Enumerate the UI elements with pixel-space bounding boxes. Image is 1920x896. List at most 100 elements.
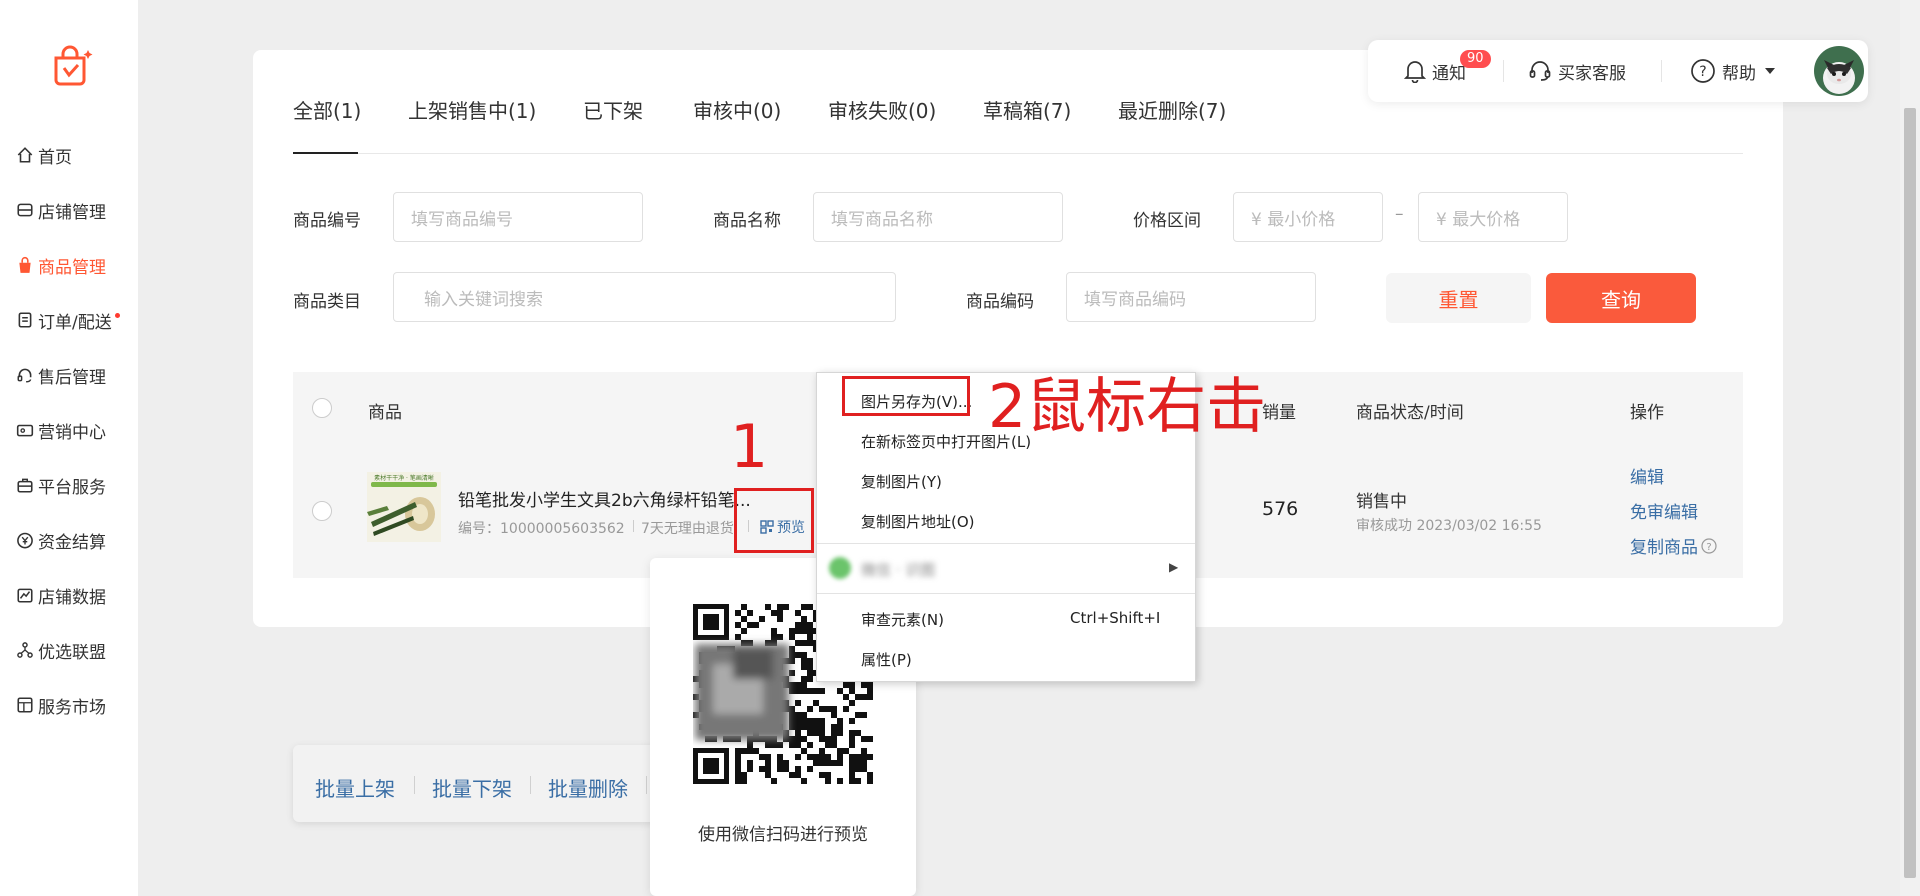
menu-copy-image[interactable]: 复制图片(Y) xyxy=(861,471,942,492)
order-icon xyxy=(18,312,32,328)
sidebar-item-briefcase[interactable]: 平台服务 xyxy=(16,470,106,500)
page-scrollbar[interactable] xyxy=(1900,0,1920,896)
menu-divider xyxy=(817,593,1195,594)
store-icon xyxy=(17,203,33,217)
sidebar-item-coupon[interactable]: 营销中心 xyxy=(16,415,106,445)
briefcase-icon xyxy=(17,478,33,493)
product-code-input[interactable]: 填写商品编码 xyxy=(1066,272,1316,322)
sidebar-item-market[interactable]: 服务市场 xyxy=(16,690,106,720)
category-search-input[interactable]: 输入关键词搜索 xyxy=(393,272,896,322)
sidebar-item-chart[interactable]: 店铺数据 xyxy=(16,580,106,610)
network-icon xyxy=(17,642,33,658)
free-review-edit-link[interactable]: 免审编辑 xyxy=(1630,498,1698,523)
sidebar-item-store[interactable]: 店铺管理 xyxy=(16,195,106,225)
return-policy: 7天无理由退货 xyxy=(641,521,734,537)
bag-icon xyxy=(19,256,31,273)
bulk-divider xyxy=(646,776,647,794)
submenu-arrow-icon: ▶ xyxy=(1169,560,1179,574)
sidebar-item-label: 售后管理 xyxy=(38,367,106,388)
tab-review-failed[interactable]: 审核失败(0) xyxy=(828,95,936,124)
help-icon: ? xyxy=(1691,59,1715,83)
sidebar-item-headset[interactable]: 售后管理 xyxy=(16,360,106,390)
buyer-service-button[interactable]: 买家客服 xyxy=(1528,40,1626,102)
sidebar-item-order[interactable]: 订单/配送 xyxy=(16,305,120,335)
bell-icon xyxy=(1404,61,1426,83)
sidebar-item-bag[interactable]: 商品管理 xyxy=(16,250,106,280)
annotation-step-2: 2鼠标右击 xyxy=(988,372,1267,442)
annotation-box-save-image xyxy=(842,376,970,416)
product-code-label: 商品编码 xyxy=(966,292,1034,312)
menu-extension-item[interactable]: 微信 · 识图 xyxy=(861,559,935,580)
query-button[interactable]: 查询 xyxy=(1546,273,1696,323)
caret-down-icon xyxy=(1765,68,1775,74)
sales-count: 576 xyxy=(1262,498,1299,520)
reset-button[interactable]: 重置 xyxy=(1386,273,1531,323)
help-label: 帮助 xyxy=(1722,63,1756,84)
headset-icon xyxy=(1529,61,1551,81)
menu-inspect-element[interactable]: 审查元素(N) xyxy=(861,609,944,630)
sidebar-item-network[interactable]: 优选联盟 xyxy=(16,635,106,665)
product-name-label: 商品名称 xyxy=(713,211,781,231)
annotation-step-1: 1 xyxy=(730,412,769,482)
sidebar-item-label: 服务市场 xyxy=(38,697,106,718)
product-title[interactable]: 铅笔批发小学生文具2b六角绿杆铅笔... xyxy=(458,486,751,511)
copy-product-link[interactable]: 复制商品 ? xyxy=(1630,533,1717,558)
row-checkbox[interactable] xyxy=(312,501,332,521)
shop-logo-icon xyxy=(54,45,93,86)
col-product: 商品 xyxy=(368,403,402,423)
col-operations: 操作 xyxy=(1630,403,1664,423)
tab-drafts[interactable]: 草稿箱(7) xyxy=(983,95,1071,124)
menu-copy-image-address[interactable]: 复制图片地址(O) xyxy=(861,511,975,532)
sidebar-item-yen[interactable]: 资金结算 xyxy=(16,525,106,555)
col-sales: 销量 xyxy=(1262,403,1296,423)
tab-divider xyxy=(293,153,1743,154)
bulk-list-button[interactable]: 批量上架 xyxy=(315,773,395,802)
max-price-input[interactable]: ¥ 最大价格 xyxy=(1418,192,1568,242)
top-toolbar: 通知 90 买家客服 ? 帮助 xyxy=(1368,40,1868,102)
select-all-checkbox[interactable] xyxy=(312,398,332,418)
product-name-input[interactable]: 填写商品名称 xyxy=(813,192,1063,242)
sidebar-item-label: 店铺管理 xyxy=(38,202,106,223)
product-no-label: 商品编号 xyxy=(293,211,361,231)
bulk-delete-button[interactable]: 批量删除 xyxy=(548,773,628,802)
sidebar-item-label: 优选联盟 xyxy=(38,642,106,663)
menu-properties[interactable]: 属性(P) xyxy=(861,649,912,670)
bulk-divider xyxy=(414,776,415,794)
bulk-unlist-button[interactable]: 批量下架 xyxy=(432,773,512,802)
meta-divider xyxy=(633,520,634,532)
help-menu-button[interactable]: ? 帮助 xyxy=(1690,40,1782,102)
sidebar-item-label: 店铺数据 xyxy=(38,587,106,608)
tab-all[interactable]: 全部(1) xyxy=(293,95,361,124)
tab-recently-deleted[interactable]: 最近删除(7) xyxy=(1118,95,1226,124)
sidebar-item-label: 平台服务 xyxy=(38,477,106,498)
min-price-input[interactable]: ¥ 最小价格 xyxy=(1233,192,1383,242)
notification-button[interactable]: 通知 xyxy=(1404,40,1466,102)
scrollbar-thumb[interactable] xyxy=(1904,108,1916,878)
buyer-service-label: 买家客服 xyxy=(1558,63,1626,84)
audit-time: 审核成功 2023/03/02 16:55 xyxy=(1356,518,1542,534)
svg-text:?: ? xyxy=(1699,64,1706,80)
sidebar-item-label: 资金结算 xyxy=(38,532,106,553)
extension-icon xyxy=(829,557,851,579)
sidebar-item-label: 首页 xyxy=(38,147,72,168)
help-circle-icon[interactable]: ? xyxy=(1701,537,1717,554)
price-range-dash: – xyxy=(1395,204,1404,224)
tab-off-shelf[interactable]: 已下架 xyxy=(583,95,643,124)
annotation-box-preview xyxy=(734,488,814,553)
notification-count-badge: 90 xyxy=(1460,50,1491,68)
avatar[interactable] xyxy=(1814,46,1864,96)
sidebar: 首页店铺管理商品管理订单/配送售后管理营销中心平台服务资金结算店铺数据优选联盟服… xyxy=(0,0,138,896)
edit-link[interactable]: 编辑 xyxy=(1630,463,1664,488)
yen-icon xyxy=(17,532,33,549)
tab-reviewing[interactable]: 审核中(0) xyxy=(693,95,781,124)
product-no-input[interactable]: 填写商品编号 xyxy=(393,192,643,242)
coupon-icon xyxy=(16,424,34,437)
product-thumbnail[interactable]: 素材干干净 · 笔画清晰 xyxy=(367,472,441,542)
col-status: 商品状态/时间 xyxy=(1356,403,1464,423)
market-icon xyxy=(17,697,33,713)
qr-caption: 使用微信扫码进行预览 xyxy=(698,825,868,845)
toolbar-divider xyxy=(1503,60,1504,82)
tab-on-sale[interactable]: 上架销售中(1) xyxy=(408,95,536,124)
active-tab-underline xyxy=(293,152,358,154)
sidebar-item-home[interactable]: 首页 xyxy=(16,140,72,170)
